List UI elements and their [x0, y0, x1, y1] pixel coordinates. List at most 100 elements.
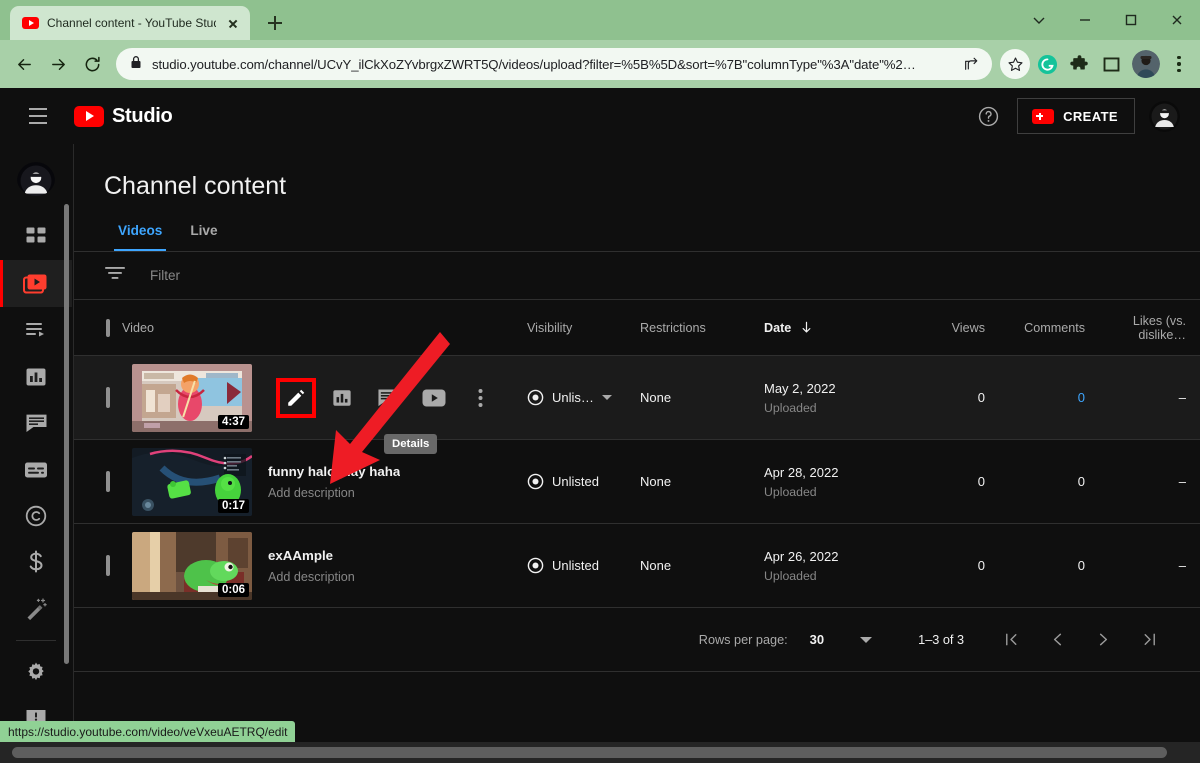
filter-icon[interactable]: [104, 265, 126, 286]
sidebar-item-monetization[interactable]: [0, 539, 72, 585]
video-cell: 0:17 funny halo play haha Add descriptio…: [122, 448, 527, 516]
studio-logo[interactable]: Studio: [74, 105, 172, 128]
youtube-play-icon[interactable]: [420, 384, 448, 412]
unlisted-eye-icon: [527, 557, 544, 574]
account-avatar[interactable]: [1149, 101, 1180, 132]
visibility-cell[interactable]: Unlis…: [527, 389, 640, 406]
select-all-header[interactable]: [74, 300, 122, 356]
youtube-favicon: [22, 17, 39, 29]
details-pencil-icon[interactable]: [282, 384, 310, 412]
video-description[interactable]: Add description: [268, 486, 400, 500]
views-value: 0: [912, 390, 997, 405]
forward-icon[interactable]: [42, 48, 74, 80]
sidebar-channel-avatar[interactable]: [17, 162, 55, 196]
sidebar-item-analytics[interactable]: [0, 353, 72, 399]
comments-value[interactable]: 0: [997, 390, 1097, 405]
reload-icon[interactable]: [76, 48, 108, 80]
comments-icon[interactable]: [374, 384, 402, 412]
video-description[interactable]: Add description: [268, 570, 355, 584]
sidebar-item-dashboard[interactable]: [0, 214, 72, 260]
analytics-icon[interactable]: [328, 384, 356, 412]
address-bar[interactable]: studio.youtube.com/channel/UCvY_ilCkXoZY…: [116, 48, 992, 80]
pagination-bar: Rows per page: 30 1–3 of 3: [74, 608, 1200, 672]
first-page-icon[interactable]: [988, 620, 1034, 660]
table-row[interactable]: 0:17 funny halo play haha Add descriptio…: [74, 440, 1200, 524]
header-video[interactable]: Video: [122, 300, 527, 356]
chrome-menu-icon[interactable]: [1166, 49, 1192, 79]
next-page-icon[interactable]: [1080, 620, 1126, 660]
video-thumbnail[interactable]: 0:17: [132, 448, 252, 516]
close-icon[interactable]: [224, 14, 242, 32]
share-icon[interactable]: [960, 53, 982, 75]
videos-table: Video Visibility Restrictions Date Views…: [74, 300, 1200, 608]
back-icon[interactable]: [8, 48, 40, 80]
date-status: Uploaded: [764, 569, 912, 583]
sidebar-scrollbar[interactable]: [64, 204, 69, 664]
visibility-cell[interactable]: Unlisted: [527, 557, 640, 574]
header-date[interactable]: Date: [764, 300, 912, 356]
sidebar-item-subtitles[interactable]: [0, 446, 72, 492]
new-tab-button[interactable]: [260, 8, 290, 38]
unlisted-eye-icon: [527, 473, 544, 490]
sidebar-item-settings[interactable]: [0, 649, 72, 695]
video-title[interactable]: funny halo play haha: [268, 464, 400, 479]
browser-toolbar: studio.youtube.com/channel/UCvY_ilCkXoZY…: [0, 40, 1200, 88]
rows-per-page-chevron-down-icon[interactable]: [860, 637, 872, 643]
tab-search-chevron-down-icon[interactable]: [1016, 0, 1062, 40]
browser-tab[interactable]: Channel content - YouTube Studi: [10, 6, 250, 40]
select-all-checkbox[interactable]: [106, 319, 110, 337]
bookmark-star-icon[interactable]: [1000, 49, 1030, 79]
chevron-down-icon[interactable]: [602, 395, 612, 400]
tab-live[interactable]: Live: [176, 223, 231, 251]
sidebar-item-copyright[interactable]: [0, 493, 72, 539]
table-row[interactable]: 4:37: [74, 356, 1200, 440]
rows-per-page-label: Rows per page:: [699, 633, 788, 647]
menu-hamburger-icon[interactable]: [18, 96, 58, 136]
header-comments[interactable]: Comments: [997, 300, 1097, 356]
create-button[interactable]: CREATE: [1017, 98, 1135, 134]
prev-page-icon[interactable]: [1034, 620, 1080, 660]
video-meta: exAAmple Add description: [268, 548, 355, 584]
video-duration: 4:37: [218, 415, 249, 429]
row-checkbox[interactable]: [106, 471, 110, 492]
comments-icon: [25, 412, 48, 434]
visibility-cell[interactable]: Unlisted: [527, 473, 640, 490]
sidebar-item-comments[interactable]: [0, 400, 72, 446]
row-checkbox[interactable]: [106, 555, 110, 576]
page-range: 1–3 of 3: [918, 633, 964, 647]
video-thumbnail[interactable]: 4:37: [132, 364, 252, 432]
profile-avatar[interactable]: [1132, 50, 1160, 78]
video-title[interactable]: exAAmple: [268, 548, 355, 563]
grammarly-icon[interactable]: [1032, 49, 1062, 79]
sidebar-item-playlists[interactable]: [0, 307, 72, 353]
filter-input[interactable]: Filter: [150, 268, 180, 283]
table-row[interactable]: 0:06 exAAmple Add description: [74, 524, 1200, 608]
sidebar-item-customization[interactable]: [0, 586, 72, 632]
close-window-icon[interactable]: [1154, 0, 1200, 40]
subtitles-icon: [24, 461, 48, 479]
extensions-icon[interactable]: [1064, 49, 1094, 79]
sidebar-divider: [16, 640, 56, 641]
studio-header-actions: CREATE: [973, 88, 1180, 144]
header-likes[interactable]: Likes (vs. dislike…: [1097, 300, 1200, 356]
studio-sidebar: [0, 144, 72, 742]
sidebar-item-content[interactable]: [0, 260, 72, 306]
horizontal-scrollbar-thumb[interactable]: [12, 747, 1167, 758]
rows-per-page-value[interactable]: 30: [810, 632, 824, 647]
horizontal-scrollbar[interactable]: [0, 742, 1200, 763]
more-options-icon[interactable]: [466, 384, 494, 412]
side-panel-icon[interactable]: [1096, 49, 1126, 79]
restrictions-value: None: [640, 474, 671, 489]
header-visibility[interactable]: Visibility: [527, 300, 640, 356]
video-thumbnail[interactable]: 0:06: [132, 532, 252, 600]
last-page-icon[interactable]: [1126, 620, 1172, 660]
maximize-icon[interactable]: [1108, 0, 1154, 40]
row-checkbox[interactable]: [106, 387, 110, 408]
video-cell: 0:06 exAAmple Add description: [122, 532, 527, 600]
header-views[interactable]: Views: [912, 300, 997, 356]
header-restrictions[interactable]: Restrictions: [640, 300, 764, 356]
help-icon[interactable]: [973, 101, 1003, 131]
date-status: Uploaded: [764, 485, 912, 499]
minimize-icon[interactable]: [1062, 0, 1108, 40]
tab-videos[interactable]: Videos: [104, 223, 176, 251]
